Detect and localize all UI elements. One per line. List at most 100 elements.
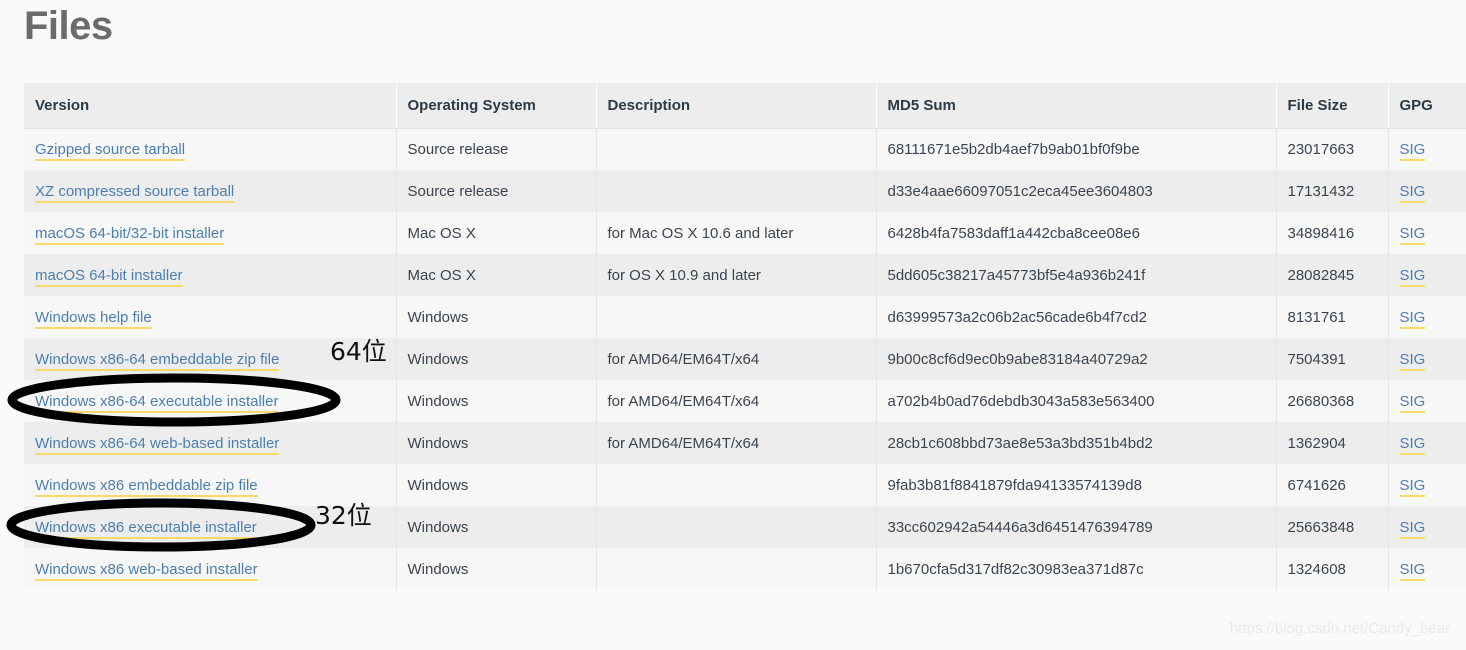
gpg-signature-link[interactable]: SIG (1400, 351, 1426, 371)
cell-md5-sum: 33cc602942a54446a3d6451476394789 (876, 506, 1276, 548)
cell-gpg: SIG (1388, 170, 1466, 212)
cell-gpg: SIG (1388, 506, 1466, 548)
cell-md5-sum: 9b00c8cf6d9ec0b9abe83184a40729a2 (876, 338, 1276, 380)
annotation-label-32bit: 32位 (315, 503, 372, 528)
cell-file-size: 7504391 (1276, 338, 1388, 380)
version-download-link[interactable]: Windows x86-64 web-based installer (35, 435, 279, 455)
cell-description (596, 548, 876, 590)
gpg-signature-link[interactable]: SIG (1400, 477, 1426, 497)
cell-description: for Mac OS X 10.6 and later (596, 212, 876, 254)
cell-operating-system: Windows (396, 380, 596, 422)
table-row: Windows x86-64 embeddable zip file Window… (24, 338, 1466, 380)
cell-md5-sum: 6428b4fa7583daff1a442cba8cee08e6 (876, 212, 1276, 254)
cell-operating-system: Source release (396, 170, 596, 212)
cell-file-size: 25663848 (1276, 506, 1388, 548)
cell-operating-system: Windows (396, 464, 596, 506)
cell-md5-sum: 68111671e5b2db4aef7b9ab01bf0f9be (876, 128, 1276, 170)
column-header-file-size: File Size (1276, 83, 1388, 128)
table-body: Gzipped source tarball Source release 6811… (24, 128, 1466, 590)
version-download-link[interactable]: macOS 64-bit installer (35, 267, 183, 287)
cell-md5-sum: d63999573a2c06b2ac56cade6b4f7cd2 (876, 296, 1276, 338)
cell-operating-system: Windows (396, 506, 596, 548)
version-download-link[interactable]: Windows x86 web-based installer (35, 561, 258, 581)
column-header-md5-sum: MD5 Sum (876, 83, 1276, 128)
watermark: https://blog.csdn.net/Candy_bear (1230, 620, 1450, 637)
column-header-gpg: GPG (1388, 83, 1466, 128)
cell-gpg: SIG (1388, 296, 1466, 338)
cell-gpg: SIG (1388, 212, 1466, 254)
version-download-link[interactable]: XZ compressed source tarball (35, 183, 234, 203)
gpg-signature-link[interactable]: SIG (1400, 435, 1426, 455)
cell-operating-system: Mac OS X (396, 254, 596, 296)
cell-gpg: SIG (1388, 548, 1466, 590)
cell-version: Windows x86 embeddable zip file (24, 464, 396, 506)
cell-operating-system: Windows (396, 296, 596, 338)
cell-gpg: SIG (1388, 422, 1466, 464)
cell-description (596, 296, 876, 338)
cell-operating-system: Windows (396, 422, 596, 464)
page-title: Files (24, 0, 113, 54)
cell-md5-sum: 9fab3b81f8841879fda94133574139d8 (876, 464, 1276, 506)
gpg-signature-link[interactable]: SIG (1400, 519, 1426, 539)
table-row: Windows x86-64 web-based installer Window… (24, 422, 1466, 464)
table-header: Version Operating System Description MD5… (24, 83, 1466, 128)
cell-file-size: 6741626 (1276, 464, 1388, 506)
cell-operating-system: Windows (396, 338, 596, 380)
table-row: Windows x86-64 executable installer Windo… (24, 380, 1466, 422)
cell-file-size: 1324608 (1276, 548, 1388, 590)
annotation-label-64bit: 64位 (330, 339, 387, 364)
cell-gpg: SIG (1388, 128, 1466, 170)
cell-description: for OS X 10.9 and later (596, 254, 876, 296)
gpg-signature-link[interactable]: SIG (1400, 309, 1426, 329)
cell-description: for AMD64/EM64T/x64 (596, 338, 876, 380)
cell-version: Windows help file (24, 296, 396, 338)
version-download-link[interactable]: Windows x86 embeddable zip file (35, 477, 258, 497)
cell-file-size: 26680368 (1276, 380, 1388, 422)
table-row: Windows x86 web-based installer Windows 1b… (24, 548, 1466, 590)
cell-md5-sum: d33e4aae66097051c2eca45ee3604803 (876, 170, 1276, 212)
cell-description (596, 170, 876, 212)
table-row: Windows x86 executable installer Windows 3… (24, 506, 1466, 548)
files-table: Version Operating System Description MD5… (24, 83, 1466, 590)
gpg-signature-link[interactable]: SIG (1400, 183, 1426, 203)
version-download-link[interactable]: Gzipped source tarball (35, 141, 185, 161)
cell-description (596, 506, 876, 548)
cell-file-size: 17131432 (1276, 170, 1388, 212)
cell-file-size: 23017663 (1276, 128, 1388, 170)
gpg-signature-link[interactable]: SIG (1400, 141, 1426, 161)
cell-md5-sum: 28cb1c608bbd73ae8e53a3bd351b4bd2 (876, 422, 1276, 464)
version-download-link[interactable]: Windows x86 executable installer (35, 519, 257, 539)
cell-description: for AMD64/EM64T/x64 (596, 380, 876, 422)
cell-file-size: 1362904 (1276, 422, 1388, 464)
cell-operating-system: Mac OS X (396, 212, 596, 254)
cell-description (596, 464, 876, 506)
cell-file-size: 34898416 (1276, 212, 1388, 254)
version-download-link[interactable]: macOS 64-bit/32-bit installer (35, 225, 224, 245)
gpg-signature-link[interactable]: SIG (1400, 393, 1426, 413)
cell-operating-system: Windows (396, 548, 596, 590)
table-row: XZ compressed source tarball Source relea… (24, 170, 1466, 212)
cell-file-size: 8131761 (1276, 296, 1388, 338)
table-header-row: Version Operating System Description MD5… (24, 83, 1466, 128)
version-download-link[interactable]: Windows x86-64 executable installer (35, 393, 278, 413)
column-header-description: Description (596, 83, 876, 128)
cell-md5-sum: a702b4b0ad76debdb3043a583e563400 (876, 380, 1276, 422)
cell-version: Gzipped source tarball (24, 128, 396, 170)
gpg-signature-link[interactable]: SIG (1400, 561, 1426, 581)
cell-md5-sum: 1b670cfa5d317df82c30983ea371d87c (876, 548, 1276, 590)
cell-file-size: 28082845 (1276, 254, 1388, 296)
gpg-signature-link[interactable]: SIG (1400, 267, 1426, 287)
files-page: Files Version Operating System Descripti… (0, 0, 1466, 650)
cell-version: macOS 64-bit/32-bit installer (24, 212, 396, 254)
column-header-operating-system: Operating System (396, 83, 596, 128)
table-row: Windows help file Windows d63999573a2c06b2… (24, 296, 1466, 338)
files-table-container: Version Operating System Description MD5… (24, 83, 1466, 590)
version-download-link[interactable]: Windows help file (35, 309, 152, 329)
cell-version: XZ compressed source tarball (24, 170, 396, 212)
table-row: Gzipped source tarballSource release6811… (24, 128, 1466, 170)
table-row: macOS 64-bit installer Mac OS Xfor OS X 1… (24, 254, 1466, 296)
column-header-version: Version (24, 83, 396, 128)
gpg-signature-link[interactable]: SIG (1400, 225, 1426, 245)
cell-gpg: SIG (1388, 380, 1466, 422)
version-download-link[interactable]: Windows x86-64 embeddable zip file (35, 351, 279, 371)
